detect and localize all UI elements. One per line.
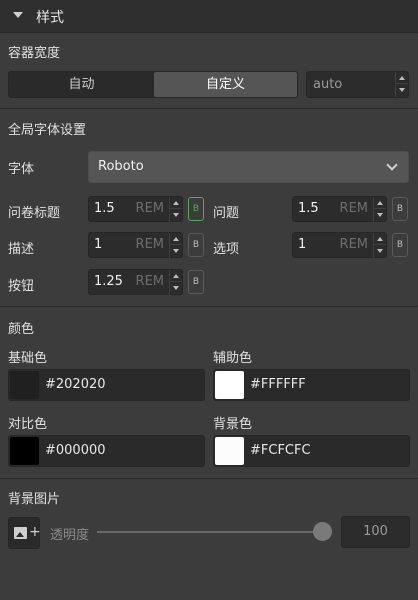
background-color-field[interactable]: #FCFCFC	[213, 435, 410, 467]
container-width-stepper[interactable]	[395, 72, 408, 97]
secondary-color-label: 辅助色	[213, 351, 253, 366]
question-size-input[interactable]: 1.5 REM	[292, 196, 387, 222]
description-bold-toggle[interactable]: B	[188, 233, 204, 257]
container-width-title: 容器宽度	[8, 46, 61, 61]
description-size-label: 描述	[8, 242, 35, 257]
caret-down-icon	[377, 213, 383, 217]
font-family-label: 字体	[8, 162, 35, 177]
background-color-label: 背景色	[213, 417, 253, 432]
opacity-value: 100	[363, 524, 388, 539]
chevron-down-icon	[386, 159, 398, 171]
background-image-title: 背景图片	[8, 492, 61, 507]
caret-down-icon	[377, 249, 383, 253]
font-family-select[interactable]: Roboto	[88, 151, 409, 183]
caret-up-icon	[173, 201, 179, 205]
width-mode-custom[interactable]: 自定义	[154, 72, 297, 97]
caret-up-icon	[399, 76, 405, 80]
unit-label: REM	[135, 274, 164, 289]
background-color-swatch[interactable]	[215, 437, 244, 465]
global-font-title: 全局字体设置	[8, 123, 87, 138]
description-size-input[interactable]: 1 REM	[88, 232, 183, 258]
contrast-color-label: 对比色	[8, 417, 48, 432]
secondary-color-field[interactable]: #FFFFFF	[213, 369, 410, 401]
base-color-field[interactable]: #202020	[8, 369, 205, 401]
unit-label: REM	[135, 201, 164, 216]
container-width-value: auto	[313, 77, 343, 92]
secondary-color-value: #FFFFFF	[250, 377, 306, 392]
caret-up-icon	[377, 237, 383, 241]
question-size-label: 问题	[213, 206, 240, 221]
opacity-slider-track[interactable]	[97, 531, 325, 533]
decrement-button[interactable]	[374, 209, 386, 221]
opacity-input[interactable]: 100	[341, 516, 410, 548]
option-bold-toggle[interactable]: B	[392, 233, 408, 257]
title-size-stepper[interactable]	[169, 197, 182, 222]
divider	[0, 108, 418, 109]
title-bold-toggle[interactable]: B	[188, 197, 204, 221]
unit-label: REM	[135, 237, 164, 252]
decrement-button[interactable]	[170, 209, 182, 221]
increment-button[interactable]	[374, 197, 386, 209]
button-size-stepper[interactable]	[169, 270, 182, 295]
base-color-value: #202020	[45, 377, 106, 392]
decrement-button[interactable]	[374, 245, 386, 257]
caret-down-icon	[173, 213, 179, 217]
panel-title: 样式	[36, 10, 64, 26]
opacity-label: 透明度	[50, 528, 90, 543]
decrement-button[interactable]	[170, 245, 182, 257]
container-width-input[interactable]: auto	[306, 71, 409, 98]
question-size-value: 1.5	[298, 201, 319, 216]
caret-down-icon	[173, 286, 179, 290]
add-image-button[interactable]: +	[8, 517, 41, 549]
contrast-color-swatch[interactable]	[10, 437, 39, 465]
background-color-value: #FCFCFC	[250, 443, 311, 458]
secondary-color-swatch[interactable]	[215, 371, 244, 399]
divider	[0, 478, 418, 479]
caret-up-icon	[173, 237, 179, 241]
button-bold-toggle[interactable]: B	[188, 270, 204, 294]
unit-label: REM	[339, 237, 368, 252]
base-color-label: 基础色	[8, 351, 48, 366]
increment-button[interactable]	[170, 197, 182, 209]
caret-down-icon	[399, 88, 405, 92]
increment-button[interactable]	[170, 233, 182, 245]
title-size-label: 问卷标题	[8, 206, 61, 221]
question-size-stepper[interactable]	[373, 197, 386, 222]
button-size-value: 1.25	[94, 274, 123, 289]
width-mode-toggle[interactable]: 自动 自定义	[8, 71, 298, 98]
panel-header[interactable]: 样式	[0, 0, 418, 33]
unit-label: REM	[339, 201, 368, 216]
option-size-stepper[interactable]	[373, 233, 386, 258]
button-size-input[interactable]: 1.25 REM	[88, 269, 183, 295]
option-size-value: 1	[298, 237, 307, 252]
decrement-button[interactable]	[396, 84, 408, 96]
title-size-value: 1.5	[94, 201, 115, 216]
caret-up-icon	[377, 201, 383, 205]
title-size-input[interactable]: 1.5 REM	[88, 196, 183, 222]
increment-button[interactable]	[396, 72, 408, 84]
increment-button[interactable]	[374, 233, 386, 245]
description-size-stepper[interactable]	[169, 233, 182, 258]
font-family-value: Roboto	[98, 159, 144, 174]
colors-title: 颜色	[8, 322, 35, 337]
divider	[0, 306, 418, 307]
description-size-value: 1	[94, 237, 103, 252]
base-color-swatch[interactable]	[10, 371, 39, 399]
option-size-label: 选项	[213, 242, 240, 257]
collapse-arrow-icon[interactable]	[13, 12, 23, 18]
decrement-button[interactable]	[170, 282, 182, 294]
option-size-input[interactable]: 1 REM	[292, 232, 387, 258]
button-size-label: 按钮	[8, 279, 35, 294]
width-mode-auto[interactable]: 自动	[9, 72, 154, 97]
question-bold-toggle[interactable]: B	[392, 197, 408, 221]
caret-up-icon	[173, 274, 179, 278]
opacity-slider-thumb[interactable]	[313, 522, 332, 541]
contrast-color-value: #000000	[45, 443, 106, 458]
increment-button[interactable]	[170, 270, 182, 282]
contrast-color-field[interactable]: #000000	[8, 435, 205, 467]
image-icon	[14, 527, 27, 539]
plus-icon: +	[29, 524, 41, 540]
caret-down-icon	[173, 249, 179, 253]
